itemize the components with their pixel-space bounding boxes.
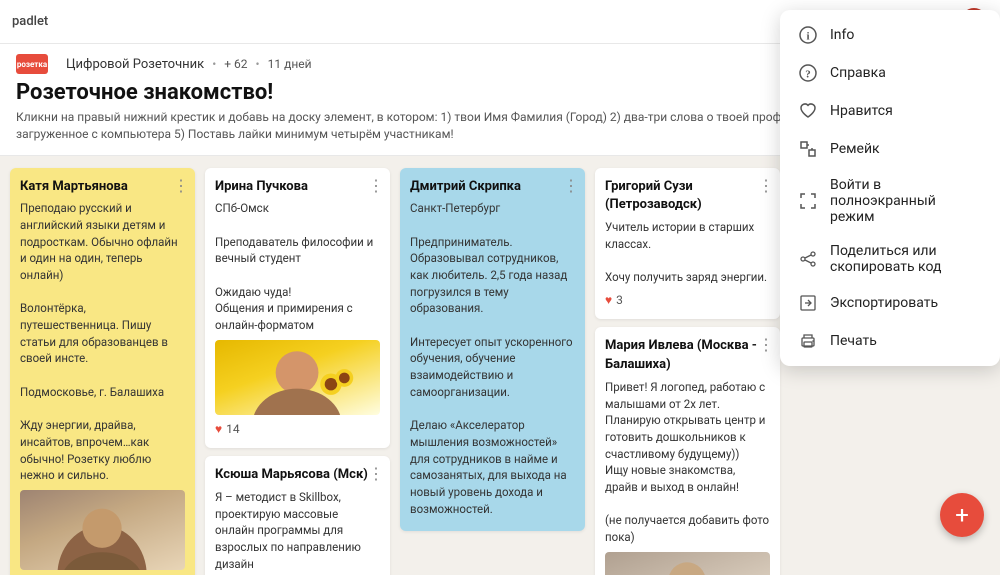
card-name: Ксюша Марьясова (Мск) (215, 466, 380, 485)
board-days: 11 дней (268, 57, 312, 71)
card-text: Привет! Я логопед, работаю с малышами от… (605, 379, 770, 546)
export-icon (798, 293, 818, 313)
card-menu-button[interactable]: ⋮ (563, 174, 579, 197)
card-maria: ⋮ Мария Ивлева (Москва - Балашиха) Приве… (595, 327, 780, 574)
card-name: Катя Мартьянова (20, 178, 185, 197)
card-likes: ♥ 3 (605, 292, 770, 309)
card-name: Григорий Сузи (Петрозаводск) (605, 178, 770, 216)
card-text: Учитель истории в старших классах.Хочу п… (605, 219, 770, 286)
card-image-placeholder (605, 552, 770, 575)
board-owner-icon: розетка (16, 54, 48, 74)
svg-text:i: i (806, 31, 809, 43)
heart-icon: ♥ (215, 421, 222, 438)
card-menu-button[interactable]: ⋮ (368, 174, 384, 197)
card-katya: ⋮ Катя Мартьянова Преподаю русский и анг… (10, 168, 195, 575)
card-image-placeholder (20, 490, 185, 570)
menu-item-label: Info (830, 27, 854, 43)
card-name: Ирина Пучкова (215, 178, 380, 197)
menu-item-label: Войти в полноэкранный режим (830, 177, 982, 225)
fab-add-button[interactable]: + (940, 493, 984, 537)
menu-item-remake[interactable]: Ремейк (780, 130, 1000, 168)
menu-item-info[interactable]: i Info (780, 16, 1000, 54)
card-name: Мария Ивлева (Москва - Балашиха) (605, 337, 770, 375)
menu-item-like[interactable]: Нравится (780, 92, 1000, 130)
print-icon (798, 331, 818, 351)
card-text: Я – методист в Skillbox, проектирую масс… (215, 489, 380, 572)
heart-icon (798, 101, 818, 121)
heart-icon: ♥ (605, 292, 612, 309)
card-likes: ♥ 14 (215, 421, 380, 438)
menu-item-label: Экспортировать (830, 295, 938, 311)
menu-item-label: Ремейк (830, 141, 880, 157)
card-ksyusha: ⋮ Ксюша Марьясова (Мск) Я – методист в S… (205, 456, 390, 574)
menu-item-label: Печать (830, 333, 877, 349)
card-menu-button[interactable]: ⋮ (173, 174, 189, 197)
menu-item-share[interactable]: Поделиться или скопировать код (780, 234, 1000, 284)
card-menu-button[interactable]: ⋮ (368, 462, 384, 485)
card-irina: ⋮ Ирина Пучкова СПб-ОмскПреподаватель фи… (205, 168, 390, 449)
menu-item-label: Нравится (830, 103, 893, 119)
board-likes: + 62 (224, 57, 247, 71)
column-2: ⋮ Ирина Пучкова СПб-ОмскПреподаватель фи… (205, 168, 390, 563)
menu-item-print[interactable]: Печать (780, 322, 1000, 360)
column-4: ⋮ Григорий Сузи (Петрозаводск) Учитель и… (595, 168, 780, 563)
card-text: СПб-ОмскПреподаватель философии и вечный… (215, 200, 380, 333)
card-name: Дмитрий Скрипка (410, 178, 575, 197)
card-grigory: ⋮ Григорий Сузи (Петрозаводск) Учитель и… (595, 168, 780, 320)
card-menu-button[interactable]: ⋮ (758, 333, 774, 356)
card-image-placeholder (215, 340, 380, 415)
svg-text:?: ? (805, 69, 811, 81)
card-text: Санкт-ПетербургПредприниматель. Образовы… (410, 200, 575, 517)
info-icon: i (798, 25, 818, 45)
card-text: Преподаю русский и английский языки детя… (20, 200, 185, 483)
padlet-logo: padlet (12, 14, 48, 29)
menu-item-export[interactable]: Экспортировать (780, 284, 1000, 322)
menu-item-fullscreen[interactable]: Войти в полноэкранный режим (780, 168, 1000, 234)
card-menu-button[interactable]: ⋮ (758, 174, 774, 197)
column-3: ⋮ Дмитрий Скрипка Санкт-ПетербургПредпри… (400, 168, 585, 563)
remake-icon (798, 139, 818, 159)
help-icon: ? (798, 63, 818, 83)
menu-item-help[interactable]: ? Справка (780, 54, 1000, 92)
column-1: ⋮ Катя Мартьянова Преподаю русский и анг… (10, 168, 195, 563)
share-icon (798, 249, 818, 269)
context-menu: i Info ? Справка Нравится (780, 10, 1000, 366)
card-dmitry: ⋮ Дмитрий Скрипка Санкт-ПетербургПредпри… (400, 168, 585, 532)
board-owner-name: Цифровой Розеточник (66, 57, 204, 72)
menu-item-label: Поделиться или скопировать код (830, 243, 982, 275)
fullscreen-icon (798, 191, 818, 211)
menu-item-label: Справка (830, 65, 886, 81)
